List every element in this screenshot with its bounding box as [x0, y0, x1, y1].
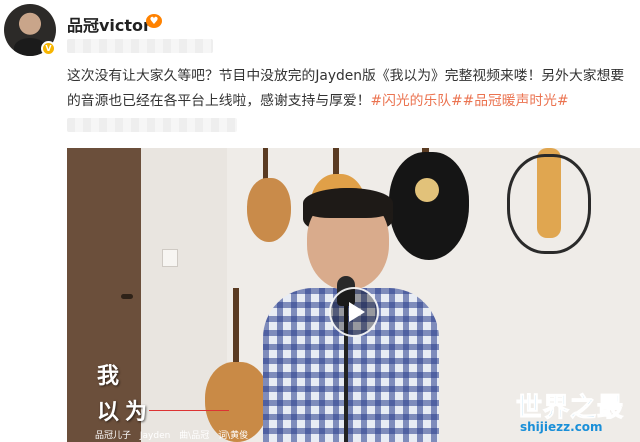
- play-button[interactable]: [329, 287, 379, 337]
- play-icon: [348, 302, 365, 322]
- watermark-url: shijiezz.com: [520, 420, 603, 434]
- topic-link-pinguan[interactable]: #品冠暖声时光#: [463, 93, 569, 109]
- singer-hair-front: [303, 188, 393, 218]
- post-body: 这次没有让大家久等吧？节目中没放完的Jayden版《我以为》完整视频来喽！另外大…: [67, 64, 637, 114]
- wall-switch: [162, 249, 178, 267]
- post-source-redacted: [67, 118, 237, 132]
- video-title-line2: 以为: [97, 399, 154, 425]
- heart-icon: ♥: [146, 14, 162, 28]
- topic-link-band[interactable]: #闪光的乐队#: [371, 93, 463, 109]
- post-meta-redacted: [67, 39, 213, 53]
- watermark-title: 世界之最: [515, 393, 625, 424]
- video-title-line1: 我: [97, 363, 120, 389]
- door-knob: [121, 294, 133, 299]
- video-credit: 品冠儿子 Jayden 曲\品冠 词\黄俊: [95, 431, 249, 441]
- author-name[interactable]: 品冠victor: [67, 12, 151, 36]
- title-underline: [149, 410, 229, 411]
- verified-badge: V: [41, 41, 56, 56]
